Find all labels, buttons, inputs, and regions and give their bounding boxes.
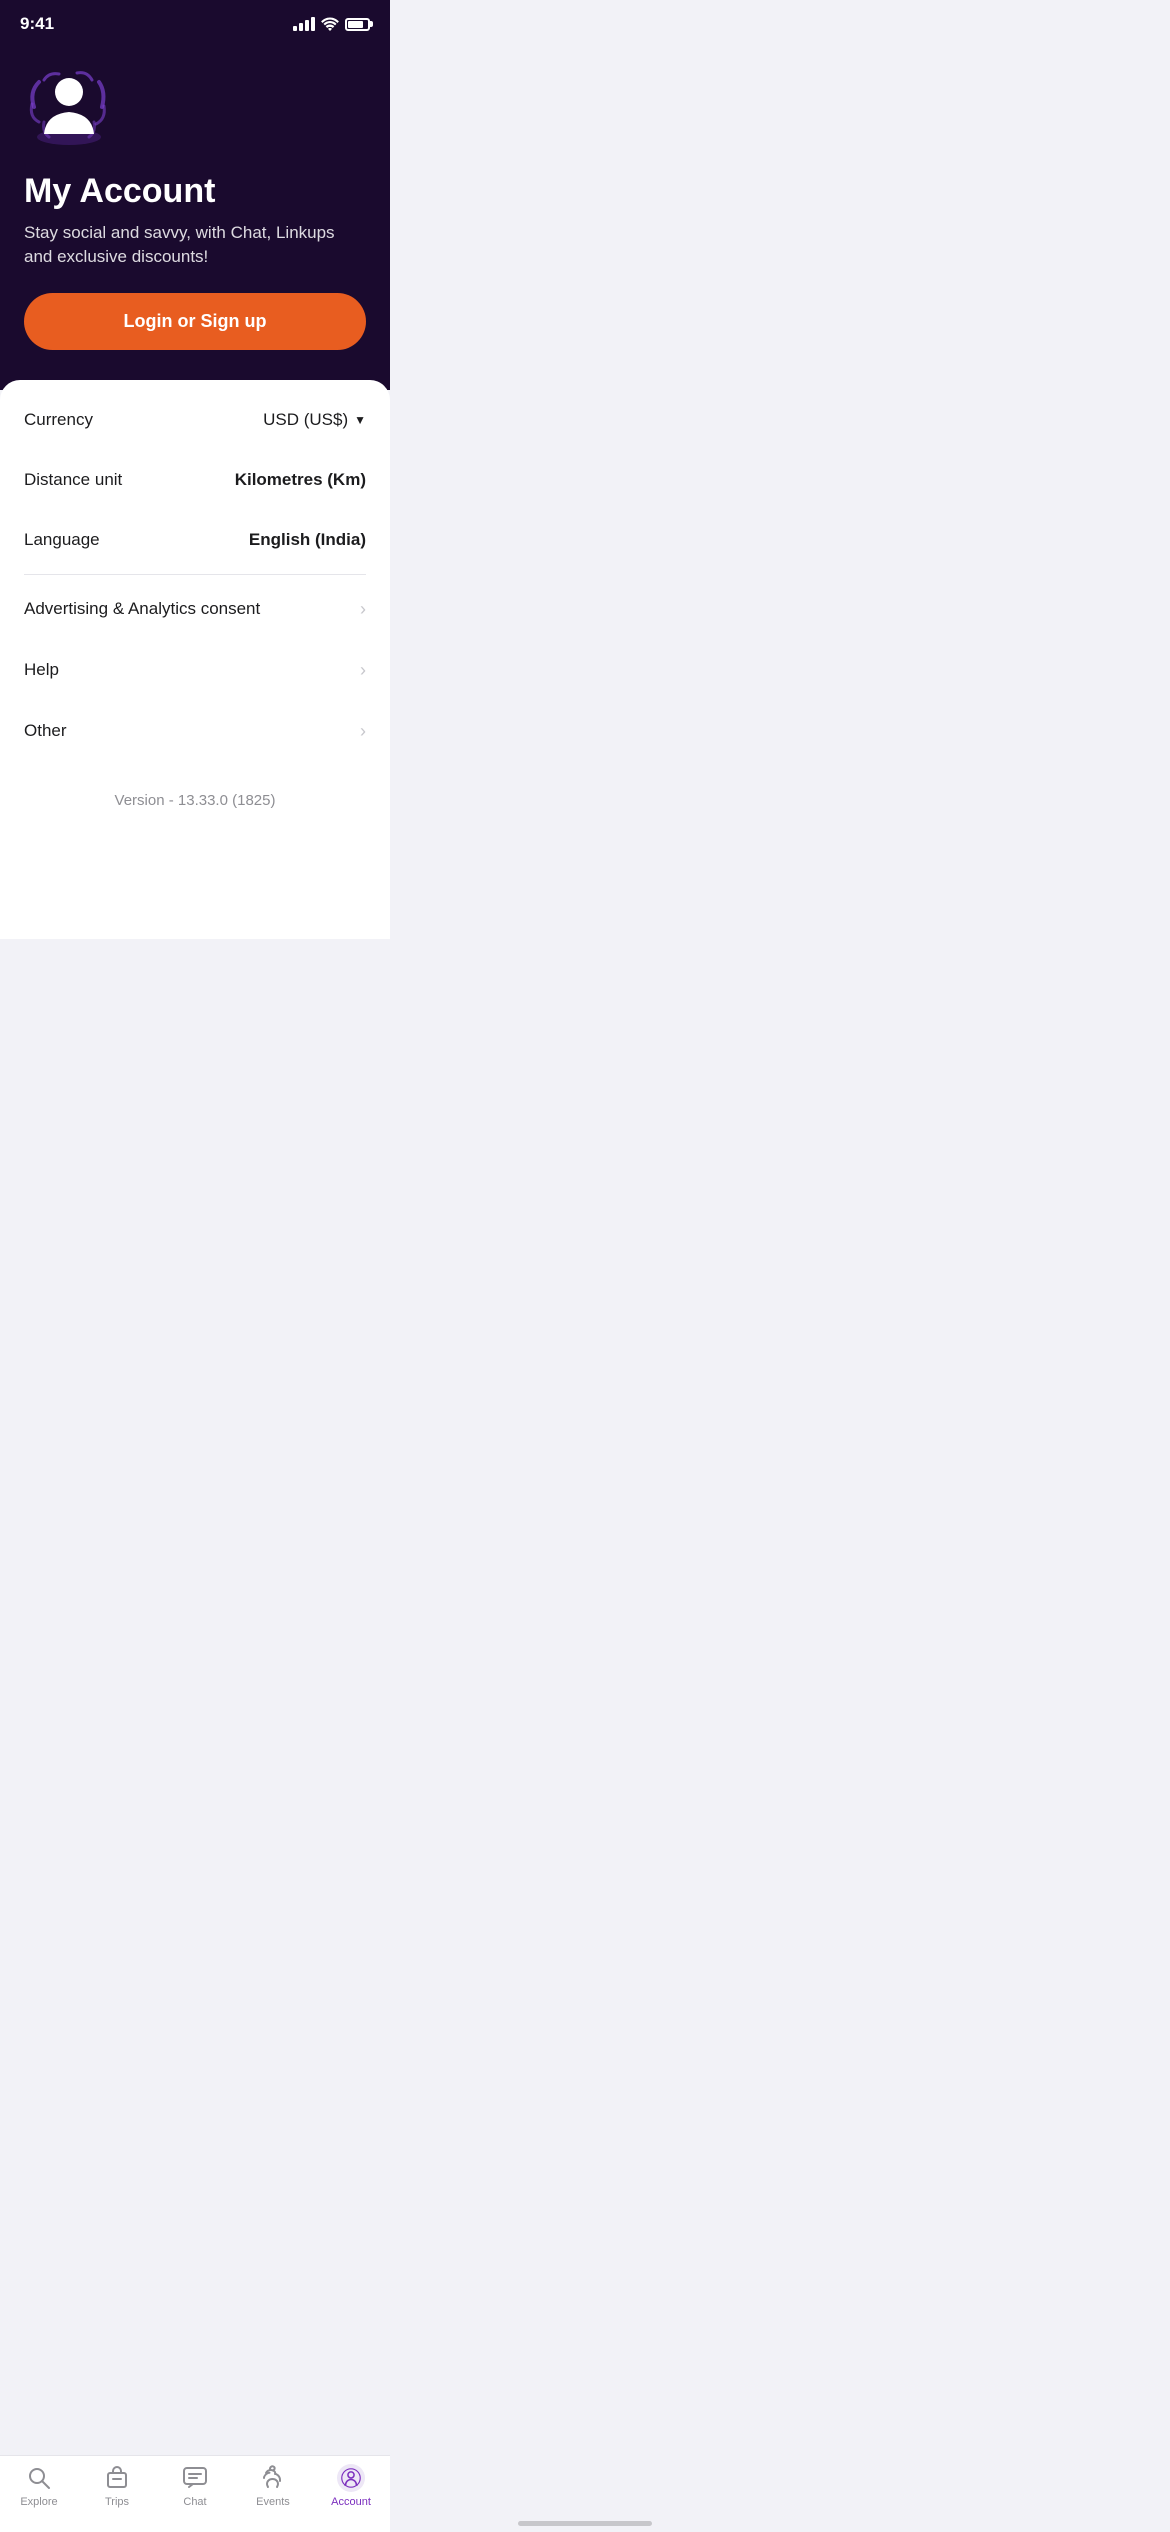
status-time: 9:41 (20, 14, 54, 34)
help-chevron-icon: › (360, 660, 366, 681)
tab-bar: Explore Trips Chat (0, 2455, 390, 2532)
help-label: Help (24, 660, 59, 680)
tab-trips-label: Trips (105, 2496, 129, 2508)
page-title: My Account (24, 172, 366, 211)
currency-dropdown-arrow: ▼ (354, 413, 366, 427)
distance-unit-value: Kilometres (Km) (235, 470, 366, 490)
ad-consent-chevron-icon: › (360, 599, 366, 620)
help-row[interactable]: Help › (0, 640, 390, 701)
other-row[interactable]: Other › (0, 701, 390, 762)
tab-events-label: Events (256, 2496, 290, 2508)
explore-icon (25, 2464, 53, 2492)
tab-chat[interactable]: Chat (156, 2464, 234, 2508)
tab-account-label: Account (331, 2496, 371, 2508)
tab-account[interactable]: Account (312, 2464, 390, 2508)
events-icon (259, 2464, 287, 2492)
language-label: Language (24, 530, 100, 550)
ad-consent-label: Advertising & Analytics consent (24, 599, 260, 619)
distance-unit-row[interactable]: Distance unit Kilometres (Km) (0, 450, 390, 510)
avatar-illustration (24, 62, 114, 152)
account-icon (337, 2464, 365, 2492)
other-chevron-icon: › (360, 721, 366, 742)
battery-icon (345, 18, 370, 31)
status-icons (293, 17, 370, 31)
trips-icon (103, 2464, 131, 2492)
avatar (24, 62, 114, 152)
page-subtitle: Stay social and savvy, with Chat, Linkup… (24, 221, 366, 269)
ad-consent-row[interactable]: Advertising & Analytics consent › (0, 579, 390, 640)
settings-section: Currency USD (US$) ▼ Distance unit Kilom… (0, 380, 390, 939)
home-indicator (518, 2521, 652, 2526)
tab-events[interactable]: Events (234, 2464, 312, 2508)
divider (24, 574, 366, 575)
login-signup-button[interactable]: Login or Sign up (24, 293, 366, 350)
tab-explore-label: Explore (20, 2496, 57, 2508)
currency-label: Currency (24, 410, 93, 430)
language-value: English (India) (249, 530, 366, 550)
status-bar: 9:41 (0, 0, 390, 42)
signal-icon (293, 17, 315, 31)
version-text: Version - 13.33.0 (1825) (0, 762, 390, 829)
currency-row[interactable]: Currency USD (US$) ▼ (0, 390, 390, 450)
tab-chat-label: Chat (183, 2496, 206, 2508)
distance-unit-label: Distance unit (24, 470, 122, 490)
header-section: My Account Stay social and savvy, with C… (0, 42, 390, 390)
currency-value: USD (US$) ▼ (263, 410, 366, 430)
language-row[interactable]: Language English (India) (0, 510, 390, 570)
tab-explore[interactable]: Explore (0, 2464, 78, 2508)
chat-icon (181, 2464, 209, 2492)
wifi-icon (321, 17, 339, 31)
tab-trips[interactable]: Trips (78, 2464, 156, 2508)
other-label: Other (24, 721, 67, 741)
